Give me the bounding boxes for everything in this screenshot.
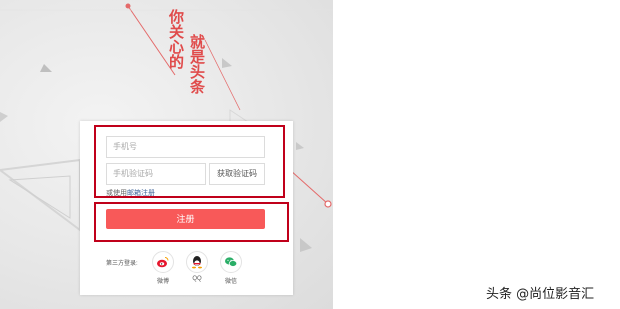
wechat-login[interactable]: 微信 <box>219 251 243 285</box>
wechat-label: 微信 <box>224 279 237 285</box>
third-party-label: 第三方登录: <box>106 261 138 267</box>
weibo-icon <box>152 251 174 273</box>
wechat-icon <box>220 251 242 273</box>
qq-label: QQ <box>192 276 202 282</box>
qq-icon <box>186 251 208 273</box>
weibo-label: 微博 <box>156 279 169 285</box>
watermark-text: 头条 @尚位影音汇 <box>486 287 595 302</box>
qq-login[interactable]: QQ <box>185 251 209 282</box>
weibo-login[interactable]: 微博 <box>151 251 175 285</box>
slogan-line-1: 你关心的 <box>167 9 185 69</box>
highlight-box-inputs <box>94 125 285 198</box>
highlight-box-register <box>94 202 289 242</box>
slogan-line-2: 就是头条 <box>188 34 206 94</box>
